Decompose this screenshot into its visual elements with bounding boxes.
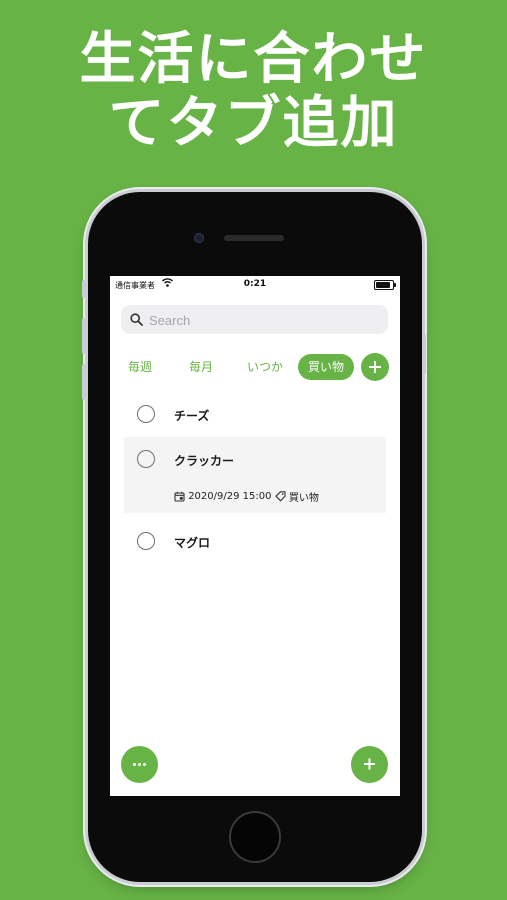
mute-switch — [82, 280, 86, 298]
app-screen: 通信事業者 0:21 毎週 毎月 いつか 買い物 チーズ クラッカー — [110, 276, 400, 796]
power-button — [422, 334, 426, 374]
volume-down-button — [82, 364, 86, 400]
todo-item-1[interactable]: チーズ — [124, 394, 386, 436]
tab-someday[interactable]: いつか — [243, 354, 287, 380]
more-button[interactable] — [121, 746, 158, 783]
headline-line-2: てタブ追加 — [108, 91, 399, 156]
todo-item-3[interactable]: マグロ — [124, 519, 386, 561]
add-todo-button[interactable] — [351, 746, 388, 783]
tab-weekly[interactable]: 毎週 — [122, 354, 158, 380]
search-icon — [130, 313, 143, 326]
battery-icon — [374, 280, 396, 290]
todo-checkbox[interactable] — [137, 405, 155, 423]
calendar-icon — [174, 491, 185, 502]
todo-title: マグロ — [174, 536, 211, 550]
home-button[interactable] — [229, 811, 281, 863]
todo-due-date: 2020/9/29 15:00 — [188, 491, 272, 502]
todo-meta: 2020/9/29 15:00 買い物 — [174, 489, 319, 504]
status-bar: 通信事業者 0:21 — [110, 276, 400, 294]
volume-up-button — [82, 318, 86, 354]
search-bar[interactable] — [121, 305, 388, 336]
add-tab-button[interactable] — [361, 353, 389, 381]
tag-icon — [275, 491, 286, 502]
todo-checkbox[interactable] — [137, 450, 155, 468]
todo-title: クラッカー — [174, 454, 235, 468]
todo-checkbox[interactable] — [137, 532, 155, 550]
front-camera — [194, 233, 204, 243]
todo-title: チーズ — [174, 409, 210, 423]
todo-tag: 買い物 — [288, 493, 319, 504]
search-input[interactable] — [147, 305, 381, 336]
earpiece-speaker — [224, 235, 284, 241]
tab-monthly[interactable]: 毎月 — [183, 354, 219, 380]
clock: 0:21 — [243, 279, 267, 289]
battery-fill — [376, 282, 391, 288]
tab-shopping[interactable]: 買い物 — [298, 354, 354, 380]
promo-headline: 生活に合わせ てタブ追加 — [0, 28, 507, 156]
headline-line-1: 生活に合わせ — [79, 27, 428, 92]
todo-item-2[interactable]: クラッカー 2020/9/29 15:00 買い物 — [124, 437, 386, 513]
